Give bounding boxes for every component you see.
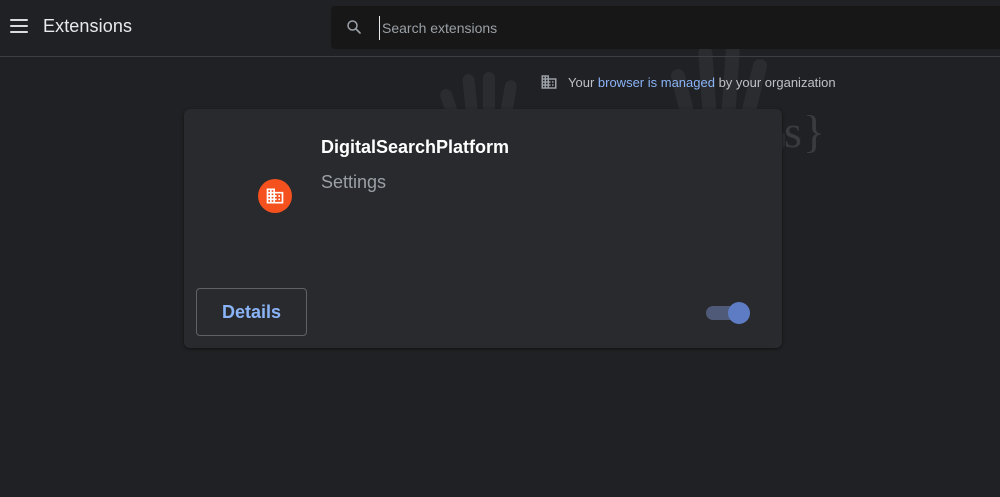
search-input[interactable]	[379, 16, 984, 40]
search-box[interactable]	[331, 6, 1000, 49]
managed-notice: Your browser is managed by your organiza…	[540, 73, 836, 91]
building-icon	[266, 188, 284, 204]
top-toolbar: Extensions	[0, 0, 1000, 57]
managed-notice-prefix: Your	[568, 74, 598, 90]
managed-notice-suffix: by your organization	[714, 74, 836, 90]
extension-logo	[258, 179, 292, 213]
extension-name: DigitalSearchPlatform	[321, 137, 510, 157]
extension-card: DigitalSearchPlatform Settings Details	[184, 109, 782, 348]
extension-enable-toggle[interactable]	[706, 302, 752, 324]
managed-notice-link[interactable]: browser is managed	[598, 75, 715, 90]
hamburger-menu-icon[interactable]	[10, 19, 28, 33]
building-icon	[541, 75, 557, 89]
toggle-knob	[728, 302, 750, 324]
details-button[interactable]: Details	[196, 288, 307, 336]
extension-description: Settings	[321, 172, 387, 192]
page-title: Extensions	[43, 16, 133, 36]
search-icon	[347, 20, 361, 34]
